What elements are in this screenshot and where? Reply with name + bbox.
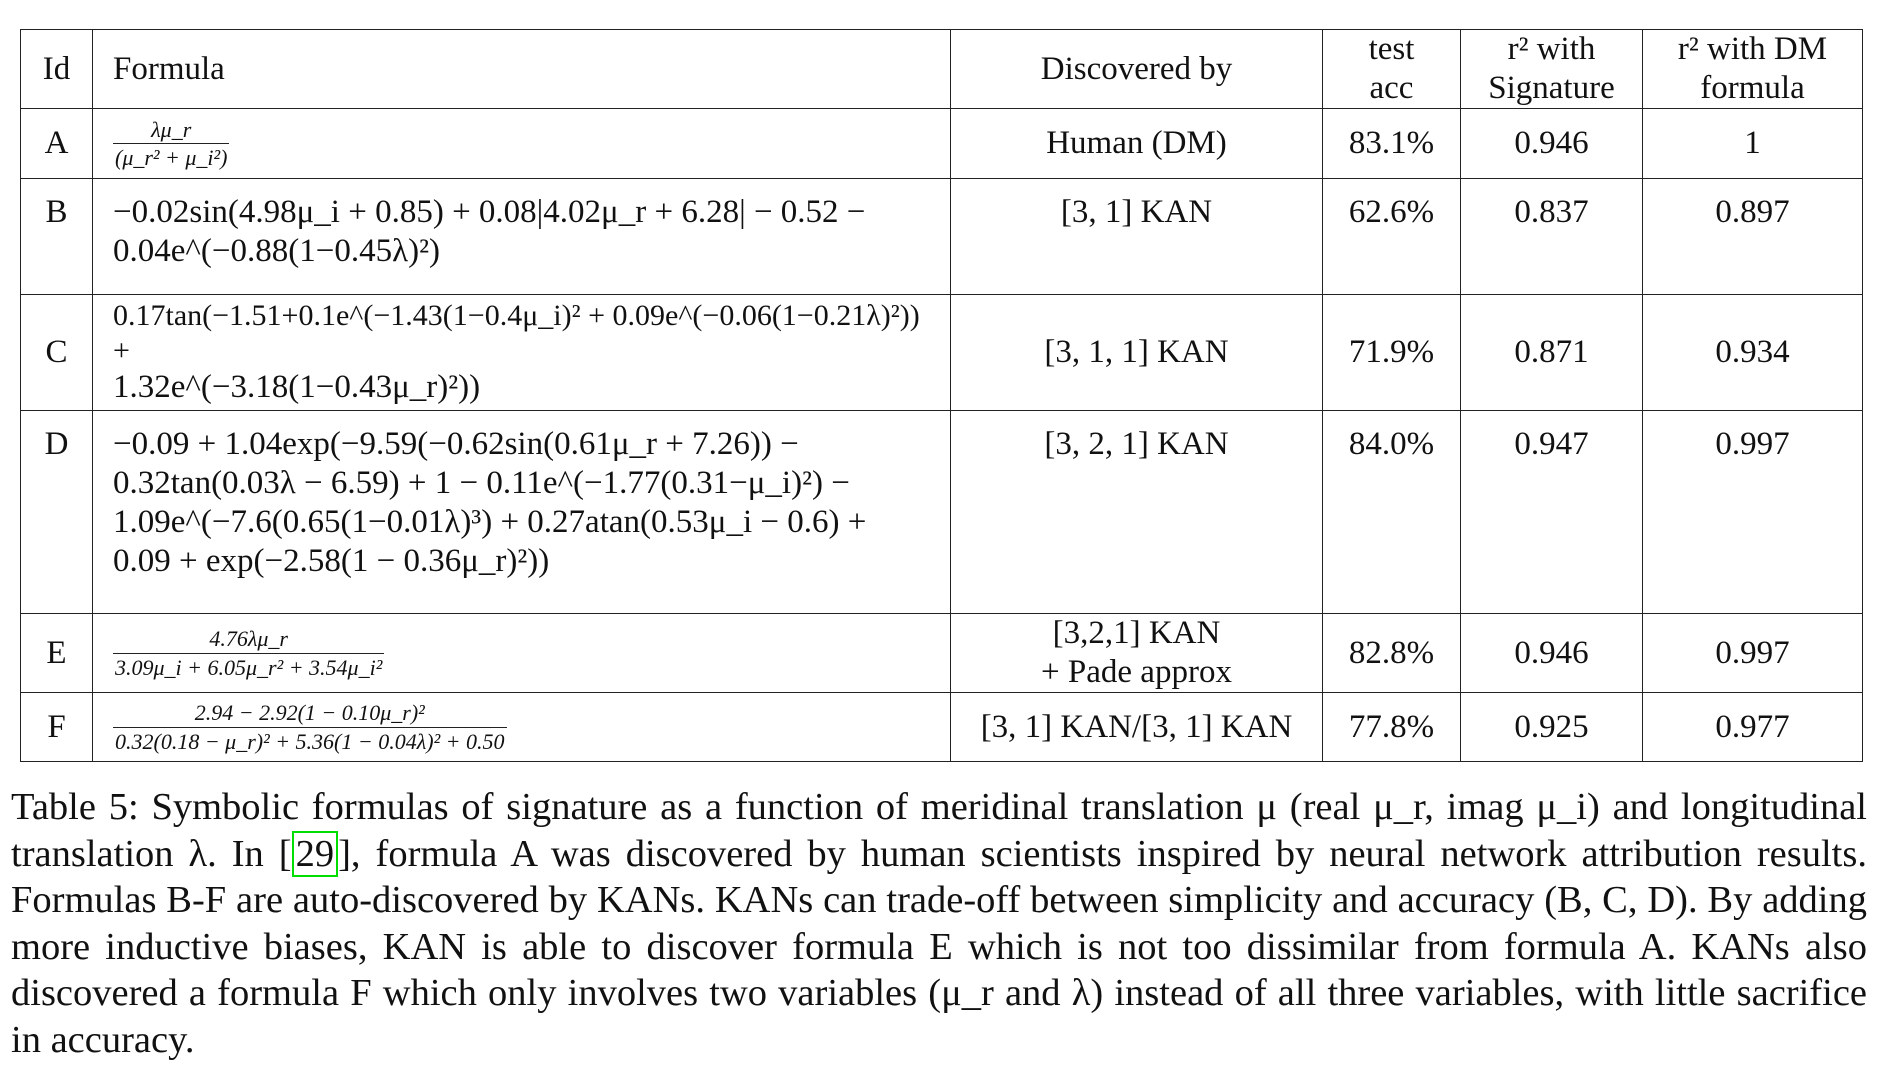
formula-line: 0.09 + exp(−2.58(1 − 0.36μ_r)²)) [113, 542, 550, 579]
header-discovered-by: Discovered by [950, 29, 1323, 109]
header-id: Id [20, 29, 93, 109]
table-row: D −0.09 + 1.04exp(−9.59(−0.62sin(0.61μ_r… [20, 410, 1863, 614]
row-r2-signature: 0.837 [1460, 178, 1643, 295]
formula-line: −0.02sin(4.98μ_i + 0.85) + 0.08|4.02μ_r … [113, 194, 866, 230]
row-discovered-by: [3, 2, 1] KAN [950, 410, 1323, 614]
header-r2-signature-line2: Signature [1488, 70, 1615, 106]
formula-fraction: 2.94 − 2.92(1 − 0.10μ_r)² 0.32(0.18 − μ_… [113, 700, 507, 754]
row-discovered-by: [3,2,1] KAN + Pade approx [950, 613, 1323, 693]
formula-denominator: 0.32(0.18 − μ_r)² + 5.36(1 − 0.04λ)² + 0… [113, 726, 507, 754]
row-r2-dm: 0.934 [1642, 294, 1863, 411]
row-test-acc: 62.6% [1322, 178, 1461, 295]
header-r2-dm-line1: r² with DM [1677, 31, 1828, 68]
row-r2-signature: 0.871 [1460, 294, 1643, 411]
formula-numerator: λμ_r [151, 116, 192, 142]
header-formula: Formula [92, 29, 951, 109]
row-discovered-by: Human (DM) [950, 108, 1323, 179]
citation-link[interactable]: 29 [291, 830, 339, 877]
row-id: C [20, 294, 93, 411]
header-test-acc-line1: test [1368, 31, 1415, 68]
row-r2-signature: 0.947 [1460, 410, 1643, 614]
table-row: F 2.94 − 2.92(1 − 0.10μ_r)² 0.32(0.18 − … [20, 692, 1863, 762]
row-id: D [20, 410, 93, 614]
row-id: E [20, 613, 93, 693]
table-caption: Table 5: Symbolic formulas of signature … [11, 784, 1867, 1063]
row-test-acc: 71.9% [1322, 294, 1461, 411]
formula-numerator: 4.76λμ_r [209, 626, 288, 652]
table-row: E 4.76λμ_r 3.09μ_i + 6.05μ_r² + 3.54μ_i²… [20, 613, 1863, 693]
row-r2-signature: 0.946 [1460, 613, 1643, 693]
results-table: Id Formula Discovered by test acc r² wit… [20, 29, 1863, 762]
row-formula: λμ_r (μ_r² + μ_i²) [92, 108, 951, 179]
header-r2-signature: r² with Signature [1460, 29, 1643, 109]
header-test-acc-line2: acc [1369, 70, 1414, 106]
header-r2-signature-line1: r² with [1507, 31, 1596, 68]
row-r2-dm: 0.977 [1642, 692, 1863, 762]
formula-fraction: 4.76λμ_r 3.09μ_i + 6.05μ_r² + 3.54μ_i² [113, 626, 385, 680]
row-r2-signature: 0.946 [1460, 108, 1643, 179]
row-id: B [20, 178, 93, 295]
row-r2-dm: 0.897 [1642, 178, 1863, 295]
row-id: A [20, 108, 93, 179]
row-discovered-by: [3, 1, 1] KAN [950, 294, 1323, 411]
row-r2-dm: 0.997 [1642, 613, 1863, 693]
header-test-acc: test acc [1322, 29, 1461, 109]
row-r2-dm: 0.997 [1642, 410, 1863, 614]
formula-line: 0.17tan(−1.51+0.1e^(−1.43(1−0.4μ_i)² + 0… [113, 298, 920, 368]
formula-denominator: (μ_r² + μ_i²) [113, 143, 230, 170]
header-r2-dm-line2: formula [1700, 70, 1805, 106]
discovered-by-line1: [3,2,1] KAN [1052, 615, 1221, 652]
row-r2-dm: 1 [1642, 108, 1863, 179]
row-formula: 2.94 − 2.92(1 − 0.10μ_r)² 0.32(0.18 − μ_… [92, 692, 951, 762]
formula-line: 0.04e^(−0.88(1−0.45λ)²) [113, 232, 440, 269]
discovered-by-line2: + Pade approx [1041, 654, 1232, 690]
header-r2-dm: r² with DM formula [1642, 29, 1863, 109]
row-test-acc: 82.8% [1322, 613, 1461, 693]
formula-line: 1.09e^(−7.6(0.65(1−0.01λ)³) + 0.27atan(0… [113, 503, 867, 540]
formula-numerator: 2.94 − 2.92(1 − 0.10μ_r)² [194, 700, 425, 726]
formula-line: −0.09 + 1.04exp(−9.59(−0.62sin(0.61μ_r +… [113, 426, 799, 462]
formula-line: 0.32tan(0.03λ − 6.59) + 1 − 0.11e^(−1.77… [113, 464, 850, 501]
row-id: F [20, 692, 93, 762]
row-formula: 4.76λμ_r 3.09μ_i + 6.05μ_r² + 3.54μ_i² [92, 613, 951, 693]
formula-denominator: 3.09μ_i + 6.05μ_r² + 3.54μ_i² [113, 652, 385, 680]
row-test-acc: 83.1% [1322, 108, 1461, 179]
row-formula: −0.09 + 1.04exp(−9.59(−0.62sin(0.61μ_r +… [92, 410, 951, 614]
row-test-acc: 77.8% [1322, 692, 1461, 762]
row-r2-signature: 0.925 [1460, 692, 1643, 762]
row-test-acc: 84.0% [1322, 410, 1461, 614]
table-row: C 0.17tan(−1.51+0.1e^(−1.43(1−0.4μ_i)² +… [20, 294, 1863, 411]
formula-fraction: λμ_r (μ_r² + μ_i²) [113, 116, 230, 171]
row-discovered-by: [3, 1] KAN/[3, 1] KAN [950, 692, 1323, 762]
row-formula: 0.17tan(−1.51+0.1e^(−1.43(1−0.4μ_i)² + 0… [92, 294, 951, 411]
row-discovered-by: [3, 1] KAN [950, 178, 1323, 295]
table-header-row: Id Formula Discovered by test acc r² wit… [20, 29, 1863, 109]
table-row: B −0.02sin(4.98μ_i + 0.85) + 0.08|4.02μ_… [20, 178, 1863, 295]
row-formula: −0.02sin(4.98μ_i + 0.85) + 0.08|4.02μ_r … [92, 178, 951, 295]
table-row: A λμ_r (μ_r² + μ_i²) Human (DM) 83.1% 0.… [20, 108, 1863, 179]
formula-line: 1.32e^(−3.18(1−0.43μ_r)²)) [113, 369, 481, 406]
